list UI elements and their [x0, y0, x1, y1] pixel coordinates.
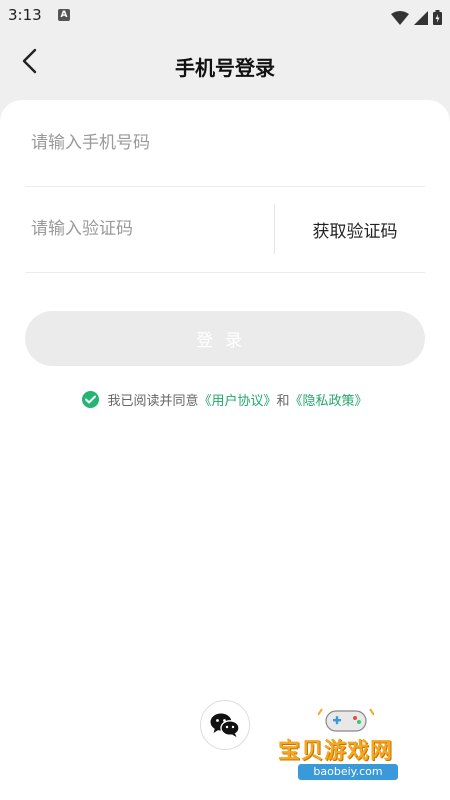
wifi-icon [390, 10, 409, 25]
privacy-policy-link[interactable]: 《隐私政策》 [290, 390, 368, 409]
phone-input[interactable] [25, 100, 271, 186]
code-divider [274, 204, 275, 254]
agreement-row: 我已阅读并同意 《用户协议》 和 《隐私政策》 [0, 388, 450, 410]
login-button[interactable]: 登录 [25, 311, 425, 366]
signal-icon [413, 10, 428, 25]
login-card: 获取验证码 登录 我已阅读并同意 《用户协议》 和 《隐私政策》 [0, 100, 450, 800]
wechat-login-button[interactable] [200, 700, 250, 750]
watermark-title: 宝贝游戏网 [278, 739, 394, 764]
user-agreement-link[interactable]: 《用户协议》 [198, 390, 276, 409]
gamepad-icon [318, 708, 374, 732]
code-input[interactable] [25, 186, 271, 272]
agreement-prefix: 我已阅读并同意 [107, 393, 199, 409]
check-icon [85, 395, 97, 403]
wechat-icon [210, 713, 240, 737]
battery-icon [433, 10, 442, 25]
get-code-button[interactable]: 获取验证码 [285, 186, 425, 272]
agreement-connector: 和 [276, 393, 290, 409]
status-icons [390, 7, 442, 25]
notification-a-icon: A [58, 9, 70, 21]
agreement-checkbox[interactable] [82, 390, 100, 408]
header: 手机号登录 [0, 30, 450, 100]
page-title: 手机号登录 [175, 56, 275, 80]
phone-field [25, 100, 425, 187]
watermark: 宝贝游戏网 baobeiy.com [270, 705, 420, 795]
watermark-url: baobeiy.com [298, 764, 398, 780]
status-time: 3:13 [8, 6, 42, 24]
code-field: 获取验证码 [25, 186, 425, 273]
status-bar: 3:13 A [0, 0, 450, 30]
